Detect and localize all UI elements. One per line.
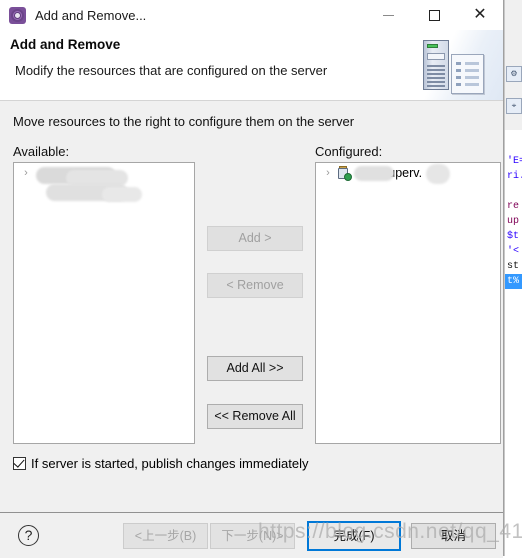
dialog-titlebar[interactable]: Add and Remove... ✕ (0, 0, 503, 30)
server-tower-icon (423, 40, 449, 90)
jar-project-icon (336, 165, 352, 181)
code-line: ri. (507, 171, 522, 182)
configured-label: Configured: (315, 144, 383, 159)
code-line: st (507, 261, 520, 272)
code-line: re (507, 201, 520, 212)
close-button[interactable]: ✕ (457, 0, 503, 30)
cog-icon (9, 6, 26, 24)
redaction-block (354, 166, 394, 181)
available-label: Available: (13, 144, 70, 159)
maximize-button[interactable] (411, 0, 457, 30)
page-description: Modify the resources that are configured… (15, 63, 328, 78)
back-button[interactable]: <上一步(B) (123, 523, 208, 549)
dialog-footer: ? <上一步(B) 下一步(N)> 完成(F) 取消 (0, 512, 503, 558)
chevron-right-icon[interactable]: › (322, 167, 334, 179)
remove-all-button[interactable]: << Remove All (207, 404, 303, 429)
page-title: Add and Remove (10, 37, 121, 52)
close-icon: ✕ (473, 6, 487, 23)
add-all-button[interactable]: Add All >> (207, 356, 303, 381)
window-title: Add and Remove... (35, 7, 147, 23)
code-line: '< (507, 246, 520, 257)
list-item[interactable]: › superv. (316, 163, 500, 184)
redaction-block (102, 187, 142, 202)
server-illustration (413, 30, 503, 100)
maximize-icon (428, 9, 440, 21)
publish-immediately-checkbox[interactable] (13, 456, 26, 470)
cancel-button[interactable]: 取消 (411, 523, 496, 549)
publish-immediately-label: If server is started, publish changes im… (31, 456, 309, 471)
dialog-content: Move resources to the right to configure… (0, 101, 503, 512)
ide-editor-sliver: 'E= ri. re up $t '< st t% (504, 130, 522, 556)
help-icon[interactable]: ? (18, 525, 39, 546)
publish-immediately-row[interactable]: If server is started, publish changes im… (13, 456, 308, 471)
finish-button[interactable]: 完成(F) (307, 521, 401, 551)
configured-list[interactable]: › superv. (315, 162, 501, 444)
document-icon (451, 54, 484, 94)
remove-button[interactable]: < Remove (207, 273, 303, 298)
code-line: 'E= (507, 156, 522, 167)
next-button[interactable]: 下一步(N)> (210, 523, 295, 549)
ide-tool-icon-debug[interactable]: ⚙ (506, 66, 522, 82)
code-line: $t (507, 231, 520, 242)
code-line: up (507, 216, 520, 227)
minimize-button[interactable] (365, 0, 411, 30)
dialog-header: Add and Remove Modify the resources that… (0, 30, 503, 101)
ide-tool-icon-terminal[interactable]: ⌖ (506, 98, 522, 114)
available-list[interactable]: › (13, 162, 195, 444)
list-item[interactable]: › (14, 163, 194, 202)
check-icon (13, 456, 25, 468)
instruction-text: Move resources to the right to configure… (13, 114, 355, 129)
add-and-remove-dialog: Add and Remove... ✕ Add and Remove Modif… (0, 0, 504, 558)
code-line-selected: t% (505, 274, 522, 289)
add-button[interactable]: Add > (207, 226, 303, 251)
chevron-right-icon[interactable]: › (20, 167, 32, 179)
redaction-block (426, 164, 450, 184)
minimize-icon (382, 14, 394, 16)
